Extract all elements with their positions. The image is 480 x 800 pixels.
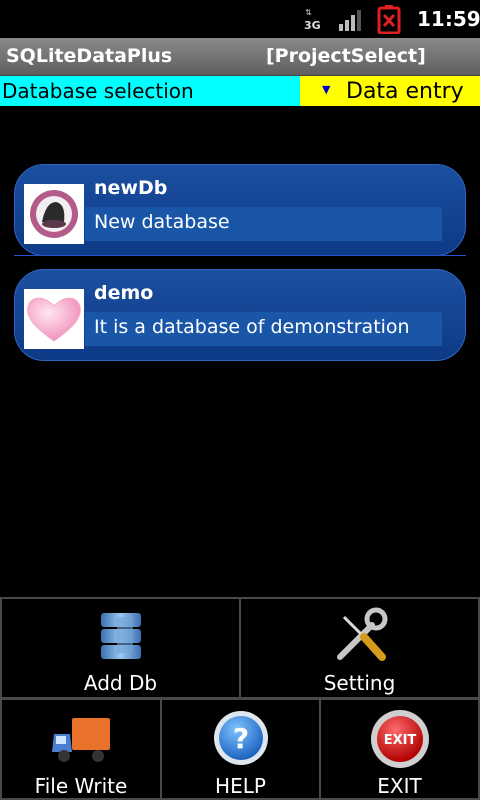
help-question-icon: ? <box>213 711 268 765</box>
database-description: New database <box>94 211 230 233</box>
file-write-button[interactable]: File Write <box>0 698 162 800</box>
heart-icon <box>24 289 84 349</box>
help-label: HELP <box>215 774 266 798</box>
add-db-button[interactable]: Add Db <box>0 597 241 699</box>
exit-icon: EXIT <box>370 710 429 768</box>
network-3g-icon: ⇅ 3G <box>304 8 321 32</box>
svg-text:3G: 3G <box>304 19 321 32</box>
svg-text:EXIT: EXIT <box>383 733 416 748</box>
title-bar: SQLiteDataPlus [ProjectSelect] <box>0 38 480 76</box>
database-item-demo[interactable]: demo It is a database of demonstration <box>14 269 466 361</box>
database-name: demo <box>94 282 154 304</box>
app-title: SQLiteDataPlus <box>6 45 173 67</box>
wrench-screwdriver-icon <box>336 607 387 661</box>
svg-text:?: ? <box>232 722 248 755</box>
tab-bar: Database selection ▼ Data entry <box>0 76 480 106</box>
tab-database-selection-label: Database selection <box>2 79 194 103</box>
tab-database-selection[interactable]: Database selection <box>0 76 300 106</box>
database-logo-icon <box>24 184 84 244</box>
bottom-button-panel: Add Db Setting File Write ? HELP EXIT EX… <box>0 597 480 800</box>
svg-text:⇅: ⇅ <box>305 8 312 17</box>
database-name: newDb <box>94 177 168 199</box>
battery-low-icon <box>377 5 401 34</box>
exit-button[interactable]: EXIT EXIT <box>319 698 480 800</box>
clock: 11:59 <box>417 7 480 31</box>
dropdown-arrow-icon: ▼ <box>322 83 331 96</box>
tab-data-entry[interactable]: ▼ Data entry <box>300 76 480 106</box>
exit-label: EXIT <box>377 774 422 798</box>
add-db-label: Add Db <box>83 671 158 695</box>
signal-strength-icon <box>339 10 361 31</box>
status-bar: ⇅ 3G 11:59 <box>0 0 480 38</box>
help-button[interactable]: ? HELP <box>160 698 321 800</box>
setting-label: Setting <box>323 671 396 695</box>
database-description: It is a database of demonstration <box>94 316 410 338</box>
screen-name: [ProjectSelect] <box>266 45 426 67</box>
database-item-newdb[interactable]: newDb New database <box>14 164 466 256</box>
tab-data-entry-label: Data entry <box>346 79 464 104</box>
database-stack-icon <box>100 613 141 659</box>
file-write-label: File Write <box>34 774 128 798</box>
setting-button[interactable]: Setting <box>239 597 480 699</box>
list-separator <box>14 255 466 256</box>
delivery-truck-icon <box>52 718 110 762</box>
